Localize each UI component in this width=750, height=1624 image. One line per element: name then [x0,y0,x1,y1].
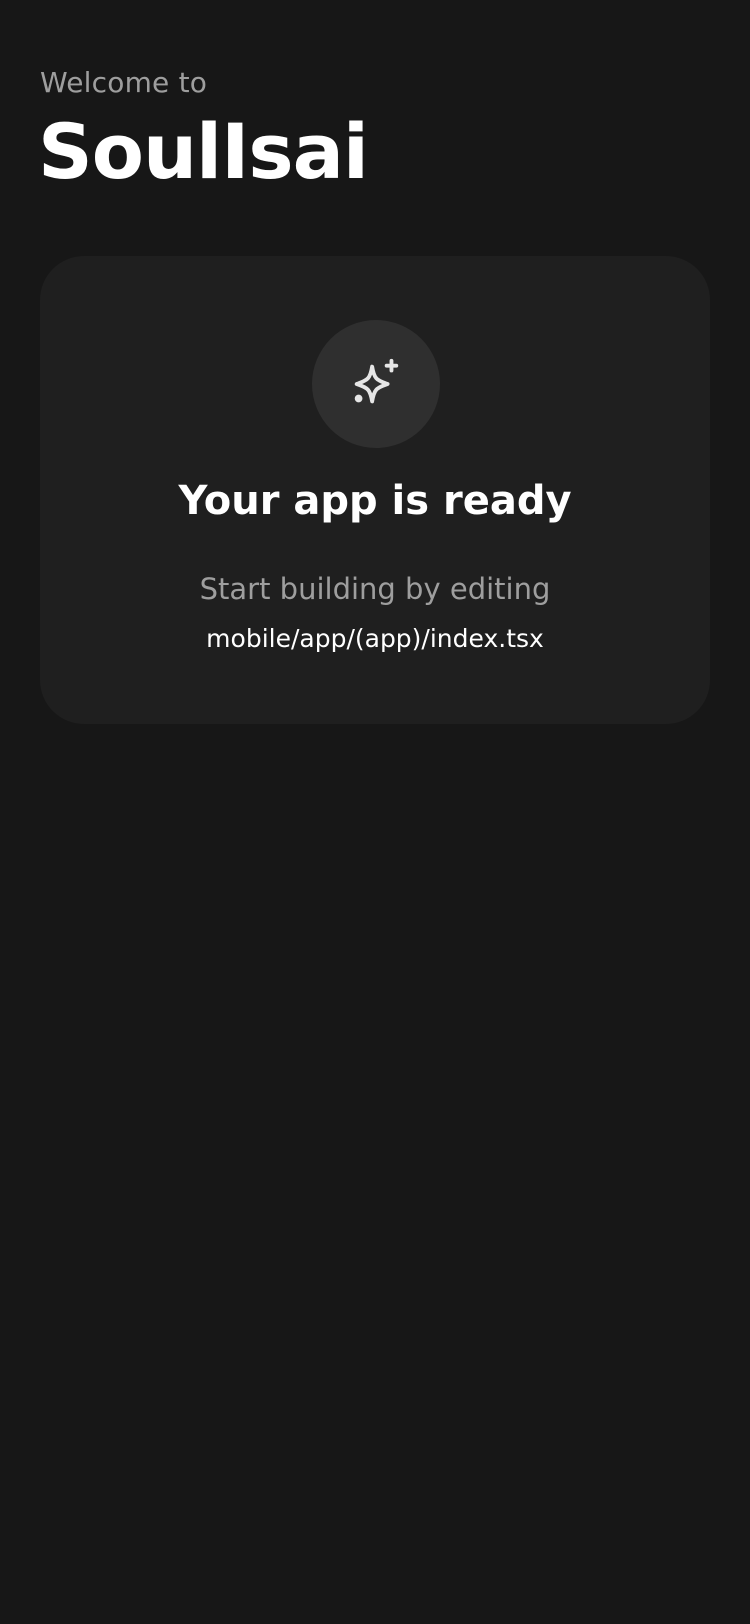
file-path: mobile/app/(app)/index.tsx [206,624,544,653]
card-heading: Your app is ready [178,478,572,524]
app-title: SoulIsai [38,107,369,196]
home-screen: Welcome to SoulIsai Your app is ready St… [0,0,750,1624]
card-subtitle: Start building by editing [199,572,551,606]
welcome-text: Welcome to [40,66,208,99]
sparkles-icon [354,358,399,404]
icon-circle [312,320,440,448]
ready-card: Your app is ready Start building by edit… [40,256,710,724]
